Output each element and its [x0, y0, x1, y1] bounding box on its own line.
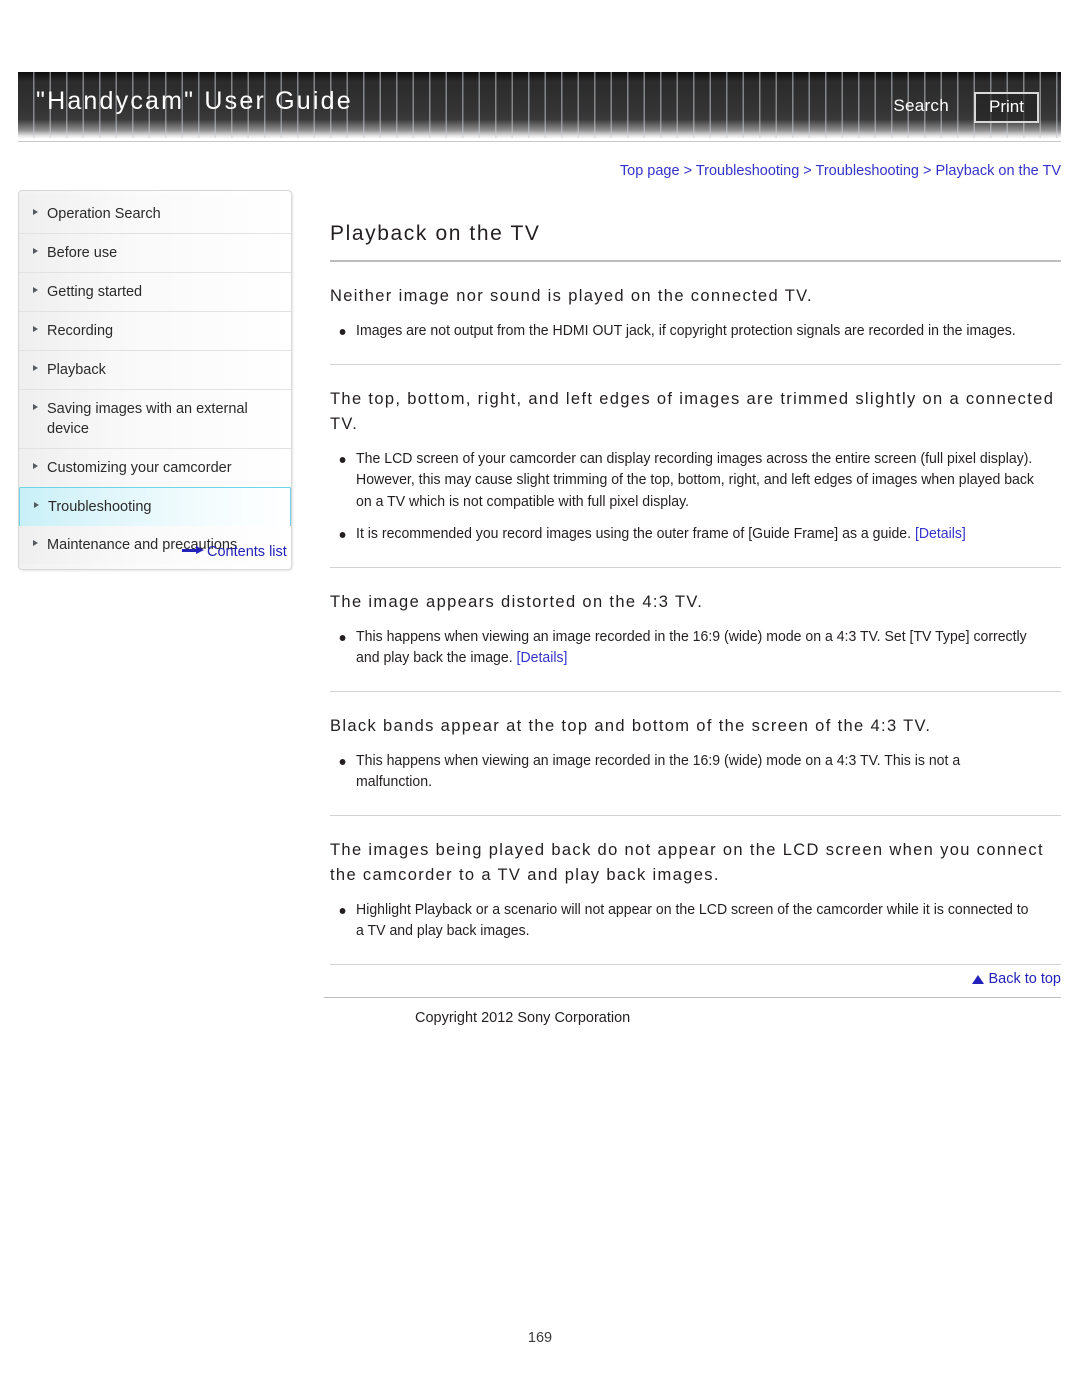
- triangle-right-icon: [33, 463, 38, 469]
- breadcrumb-item[interactable]: Troubleshooting: [696, 163, 799, 179]
- bullet-list: Images are not output from the HDMI OUT …: [330, 321, 1061, 343]
- sidebar-item-label: Recording: [47, 323, 114, 339]
- bullet-item: It is recommended you record images usin…: [330, 524, 1035, 546]
- arrow-right-icon: [182, 546, 204, 555]
- triangle-right-icon: [33, 248, 38, 254]
- content-section: Black bands appear at the top and bottom…: [330, 692, 1061, 816]
- back-to-top-link[interactable]: Back to top: [972, 971, 1061, 987]
- page-title: Playback on the TV: [330, 222, 541, 245]
- bullet-list: This happens when viewing an image recor…: [330, 751, 1061, 794]
- bullet-item: The LCD screen of your camcorder can dis…: [330, 449, 1035, 514]
- sidebar-item-operation-search[interactable]: Operation Search: [19, 195, 291, 234]
- breadcrumb-item[interactable]: Top page: [620, 163, 680, 179]
- footer-divider: [324, 996, 1061, 998]
- bullet-item: Highlight Playback or a scenario will no…: [330, 900, 1035, 943]
- breadcrumb-separator: >: [918, 163, 936, 179]
- sidebar-item-label: Before use: [47, 245, 118, 261]
- header-divider: [18, 141, 1061, 142]
- section-heading: The top, bottom, right, and left edges o…: [330, 389, 1055, 433]
- details-link[interactable]: [Details]: [517, 650, 568, 666]
- app-title: "Handycam" User Guide: [36, 87, 353, 115]
- contents-list-label: Contents list: [207, 544, 287, 560]
- sidebar-item-troubleshooting[interactable]: Troubleshooting: [19, 487, 291, 527]
- sidebar-item-before-use[interactable]: Before use: [19, 234, 291, 273]
- breadcrumb-item[interactable]: Troubleshooting: [816, 163, 919, 179]
- section-heading: The images being played back do not appe…: [330, 840, 1044, 884]
- back-to-top-label: Back to top: [988, 970, 1061, 987]
- sidebar-item-getting-started[interactable]: Getting started: [19, 273, 291, 312]
- content-section: The images being played back do not appe…: [330, 816, 1061, 965]
- bullet-text: The LCD screen of your camcorder can dis…: [356, 450, 1034, 510]
- sidebar-item-label: Troubleshooting: [48, 499, 152, 515]
- bullet-item: This happens when viewing an image recor…: [330, 751, 1035, 794]
- bullet-list: This happens when viewing an image recor…: [330, 627, 1061, 670]
- triangle-right-icon: [34, 502, 39, 508]
- sidebar-item-saving-images-with-an-external-device[interactable]: Saving images with an external device: [19, 390, 291, 449]
- content-section: The top, bottom, right, and left edges o…: [330, 365, 1061, 568]
- sidebar-nav: Operation Search Before use Getting starte…: [18, 190, 292, 570]
- bullet-list: The LCD screen of your camcorder can dis…: [330, 449, 1061, 546]
- sidebar-item-label: Operation Search: [47, 206, 161, 222]
- breadcrumb: Top page > Troubleshooting > Troubleshoo…: [330, 163, 1061, 179]
- triangle-right-icon: [33, 209, 38, 215]
- sidebar-item-label: Customizing your camcorder: [47, 460, 232, 476]
- contents-list-link[interactable]: Contents list: [182, 544, 287, 560]
- bullet-item: Images are not output from the HDMI OUT …: [330, 321, 1035, 343]
- sidebar-item-customizing-your-camcorder[interactable]: Customizing your camcorder: [19, 449, 291, 488]
- breadcrumb-separator: >: [799, 163, 816, 179]
- bullet-text: This happens when viewing an image recor…: [356, 752, 961, 791]
- bullet-list: Highlight Playback or a scenario will no…: [330, 900, 1061, 943]
- app-header: "Handycam" User Guide Search Print: [18, 72, 1061, 138]
- search-button[interactable]: Search: [893, 96, 949, 116]
- bullet-text: Images are not output from the HDMI OUT …: [356, 323, 1016, 339]
- sections-container: Neither image nor sound is played on the…: [330, 262, 1061, 965]
- breadcrumb-item[interactable]: Playback on the TV: [936, 163, 1061, 179]
- triangle-right-icon: [33, 365, 38, 371]
- triangle-up-icon: [972, 974, 985, 984]
- section-heading: Black bands appear at the top and bottom…: [330, 716, 932, 735]
- triangle-right-icon: [33, 404, 38, 410]
- bullet-dot-icon: [339, 758, 346, 765]
- content-section: Neither image nor sound is played on the…: [330, 262, 1061, 365]
- bullet-item: This happens when viewing an image recor…: [330, 627, 1035, 670]
- sidebar-item-label: Playback: [47, 362, 106, 378]
- section-divider: [330, 963, 1061, 965]
- copyright-text: Copyright 2012 Sony Corporation: [415, 1009, 631, 1026]
- section-heading: Neither image nor sound is played on the…: [330, 287, 813, 305]
- bullet-dot-icon: [339, 456, 346, 463]
- breadcrumb-separator: >: [679, 163, 696, 179]
- bullet-text: Highlight Playback or a scenario will no…: [356, 901, 1029, 940]
- details-link[interactable]: [Details]: [915, 526, 966, 542]
- sidebar-item-label: Saving images with an external device: [47, 401, 248, 437]
- bullet-text: It is recommended you record images usin…: [356, 526, 912, 542]
- page-number: 169: [527, 1330, 553, 1346]
- sidebar-item-recording[interactable]: Recording: [19, 312, 291, 351]
- section-heading: The image appears distorted on the 4:3 T…: [330, 592, 704, 611]
- content-section: The image appears distorted on the 4:3 T…: [330, 568, 1061, 692]
- bullet-dot-icon: [339, 907, 346, 914]
- bullet-text: This happens when viewing an image recor…: [356, 628, 1027, 667]
- sidebar-item-label: Getting started: [47, 284, 143, 300]
- triangle-right-icon: [33, 540, 38, 546]
- print-button[interactable]: Print: [974, 92, 1039, 123]
- sidebar-item-playback[interactable]: Playback: [19, 351, 291, 390]
- page-footer: Back to top Copyright 2012 Sony Corporat…: [324, 971, 1061, 1031]
- bullet-dot-icon: [339, 532, 346, 538]
- main-content: Playback on the TV Neither image nor sou…: [324, 222, 1061, 1031]
- bullet-dot-icon: [339, 634, 346, 641]
- triangle-right-icon: [33, 287, 38, 293]
- bullet-dot-icon: [339, 329, 346, 335]
- triangle-right-icon: [33, 326, 38, 332]
